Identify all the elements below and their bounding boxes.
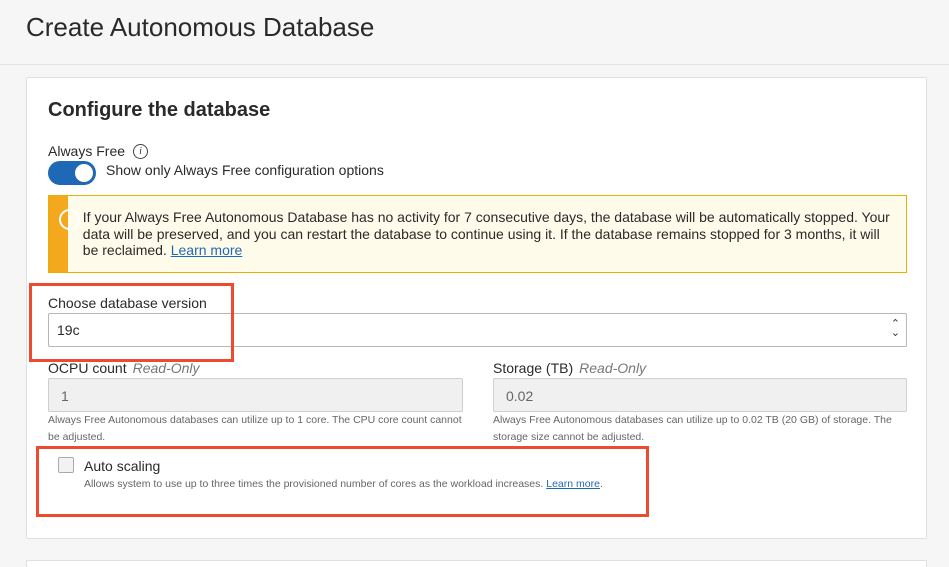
highlight-version-box [29, 283, 234, 362]
info-icon[interactable]: i [133, 143, 149, 159]
next-section-card [26, 560, 927, 567]
ocpu-help: Always Free Autonomous databases can uti… [48, 414, 462, 443]
section-title: Configure the database [48, 99, 271, 121]
storage-input: 0.02 [493, 378, 907, 412]
ocpu-readonly-tag: Read-Only [132, 360, 200, 376]
storage-label: Storage (TB) [493, 360, 574, 376]
toggle-knob [75, 164, 93, 182]
page-header: Create Autonomous Database [0, 0, 949, 65]
warning-banner: ! If your Always Free Autonomous Databas… [48, 195, 907, 273]
warning-icon: ! [59, 209, 80, 230]
storage-readonly-tag: Read-Only [579, 360, 647, 376]
banner-learn-more-link[interactable]: Learn more [171, 242, 243, 258]
always-free-label-row: Always Free i [48, 143, 149, 159]
warning-banner-bar: ! [49, 196, 80, 272]
highlight-autoscaling-box [36, 446, 649, 517]
warning-banner-text: If your Always Free Autonomous Database … [68, 196, 906, 272]
ocpu-label: OCPU count [48, 360, 127, 376]
always-free-toggle-label: Show only Always Free configuration opti… [106, 162, 384, 178]
ocpu-label-row: OCPU count Read-Only [48, 360, 200, 376]
storage-label-row: Storage (TB) Read-Only [493, 360, 646, 376]
ocpu-input: 1 [48, 378, 463, 412]
select-arrows-icon: ⌃ ⌄ [890, 318, 900, 339]
always-free-toggle[interactable] [48, 161, 96, 185]
always-free-label: Always Free [48, 143, 126, 159]
storage-help: Always Free Autonomous databases can uti… [493, 414, 892, 443]
page-title: Create Autonomous Database [26, 12, 375, 42]
